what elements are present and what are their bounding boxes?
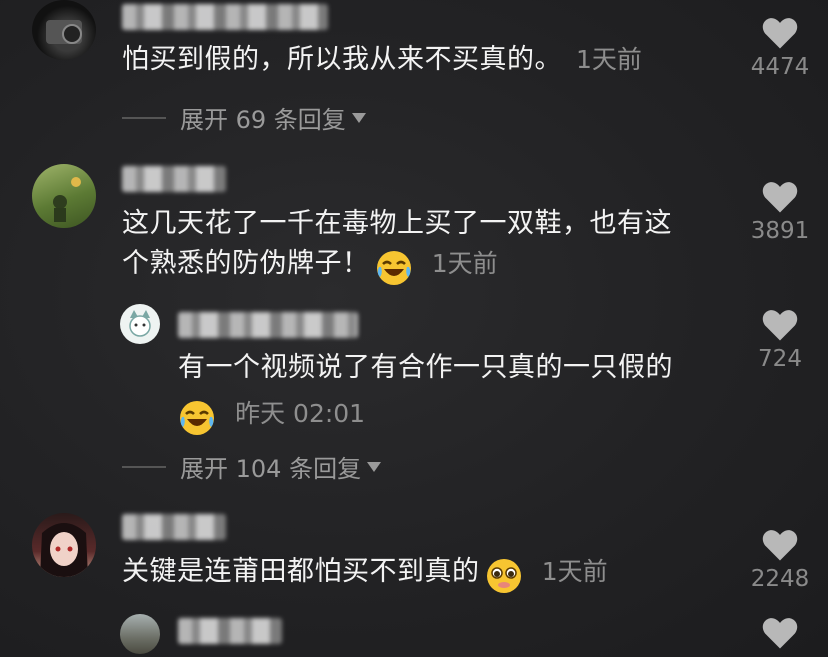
comment-row: 关键是连莆田都怕买不到真的 1天前 xyxy=(122,552,608,595)
avatar[interactable] xyxy=(32,513,96,577)
username-blurred[interactable] xyxy=(122,4,328,30)
avatar[interactable] xyxy=(32,0,96,60)
like-count: 2248 xyxy=(750,566,810,592)
comment-row: 这几天花了一千在毒物上买了一双鞋，也有这 个熟悉的防伪牌子！ 1天前 xyxy=(122,204,732,287)
comment-time: 1天前 xyxy=(576,45,642,74)
camera-avatar-image xyxy=(46,20,82,44)
username-blurred[interactable] xyxy=(122,514,226,540)
expand-label: 展开 69 条回复 xyxy=(180,106,346,134)
comment-text-line1: 这几天花了一千在毒物上买了一双鞋，也有这 xyxy=(122,208,672,239)
pleading-emoji xyxy=(486,558,521,593)
heart-icon xyxy=(762,182,798,213)
like-button[interactable]: 724 xyxy=(745,308,815,372)
comment-text: 关键是连莆田都怕买不到真的 xyxy=(122,556,480,587)
heart-icon xyxy=(762,310,798,341)
comment-time: 1天前 xyxy=(541,557,608,586)
expand-replies-button[interactable]: 展开 104 条回复 xyxy=(122,449,382,484)
divider-line xyxy=(122,116,166,119)
comment-row: 怕买到假的，所以我从来不买真的。 1天前 xyxy=(122,40,642,80)
caret-down-icon xyxy=(367,461,382,472)
reply-row: 有一个视频说了有合作一只真的一只假的 昨天 02:01 xyxy=(178,348,673,437)
reply-time: 昨天 02:01 xyxy=(235,399,366,428)
field-avatar-image xyxy=(53,177,81,222)
anime-girl-avatar-image xyxy=(40,523,88,577)
avatar[interactable] xyxy=(32,164,96,228)
like-button[interactable]: 4474 xyxy=(745,16,815,80)
like-button[interactable]: 2248 xyxy=(745,528,815,592)
comment-text-line2: 个熟悉的防伪牌子！ xyxy=(122,248,370,279)
cat-avatar-image xyxy=(129,310,151,337)
heart-icon xyxy=(762,18,798,49)
comment-text: 怕买到假的，所以我从来不买真的。 xyxy=(122,44,562,75)
username-blurred[interactable] xyxy=(178,312,358,338)
reply-text: 有一个视频说了有合作一只真的一只假的 xyxy=(178,352,673,383)
caret-down-icon xyxy=(351,112,366,123)
heart-icon xyxy=(762,618,798,649)
laughing-crying-emoji xyxy=(180,400,214,435)
like-count: 724 xyxy=(758,346,802,372)
avatar[interactable] xyxy=(120,614,160,654)
divider-line xyxy=(122,465,166,468)
reply-meta-row: 昨天 02:01 xyxy=(178,394,673,437)
heart-icon xyxy=(762,530,798,561)
like-button[interactable] xyxy=(745,616,815,650)
like-count: 4474 xyxy=(750,54,810,80)
expand-label: 展开 104 条回复 xyxy=(180,455,362,483)
like-button[interactable]: 3891 xyxy=(745,180,815,244)
like-count: 3891 xyxy=(750,218,810,244)
avatar[interactable] xyxy=(120,304,160,344)
comment-time: 1天前 xyxy=(431,249,498,278)
username-blurred[interactable] xyxy=(178,618,282,644)
username-blurred[interactable] xyxy=(122,166,226,192)
comment-text-line2-row: 个熟悉的防伪牌子！ 1天前 xyxy=(122,244,732,287)
expand-replies-button[interactable]: 展开 69 条回复 xyxy=(122,100,366,135)
laughing-crying-emoji xyxy=(376,250,411,285)
